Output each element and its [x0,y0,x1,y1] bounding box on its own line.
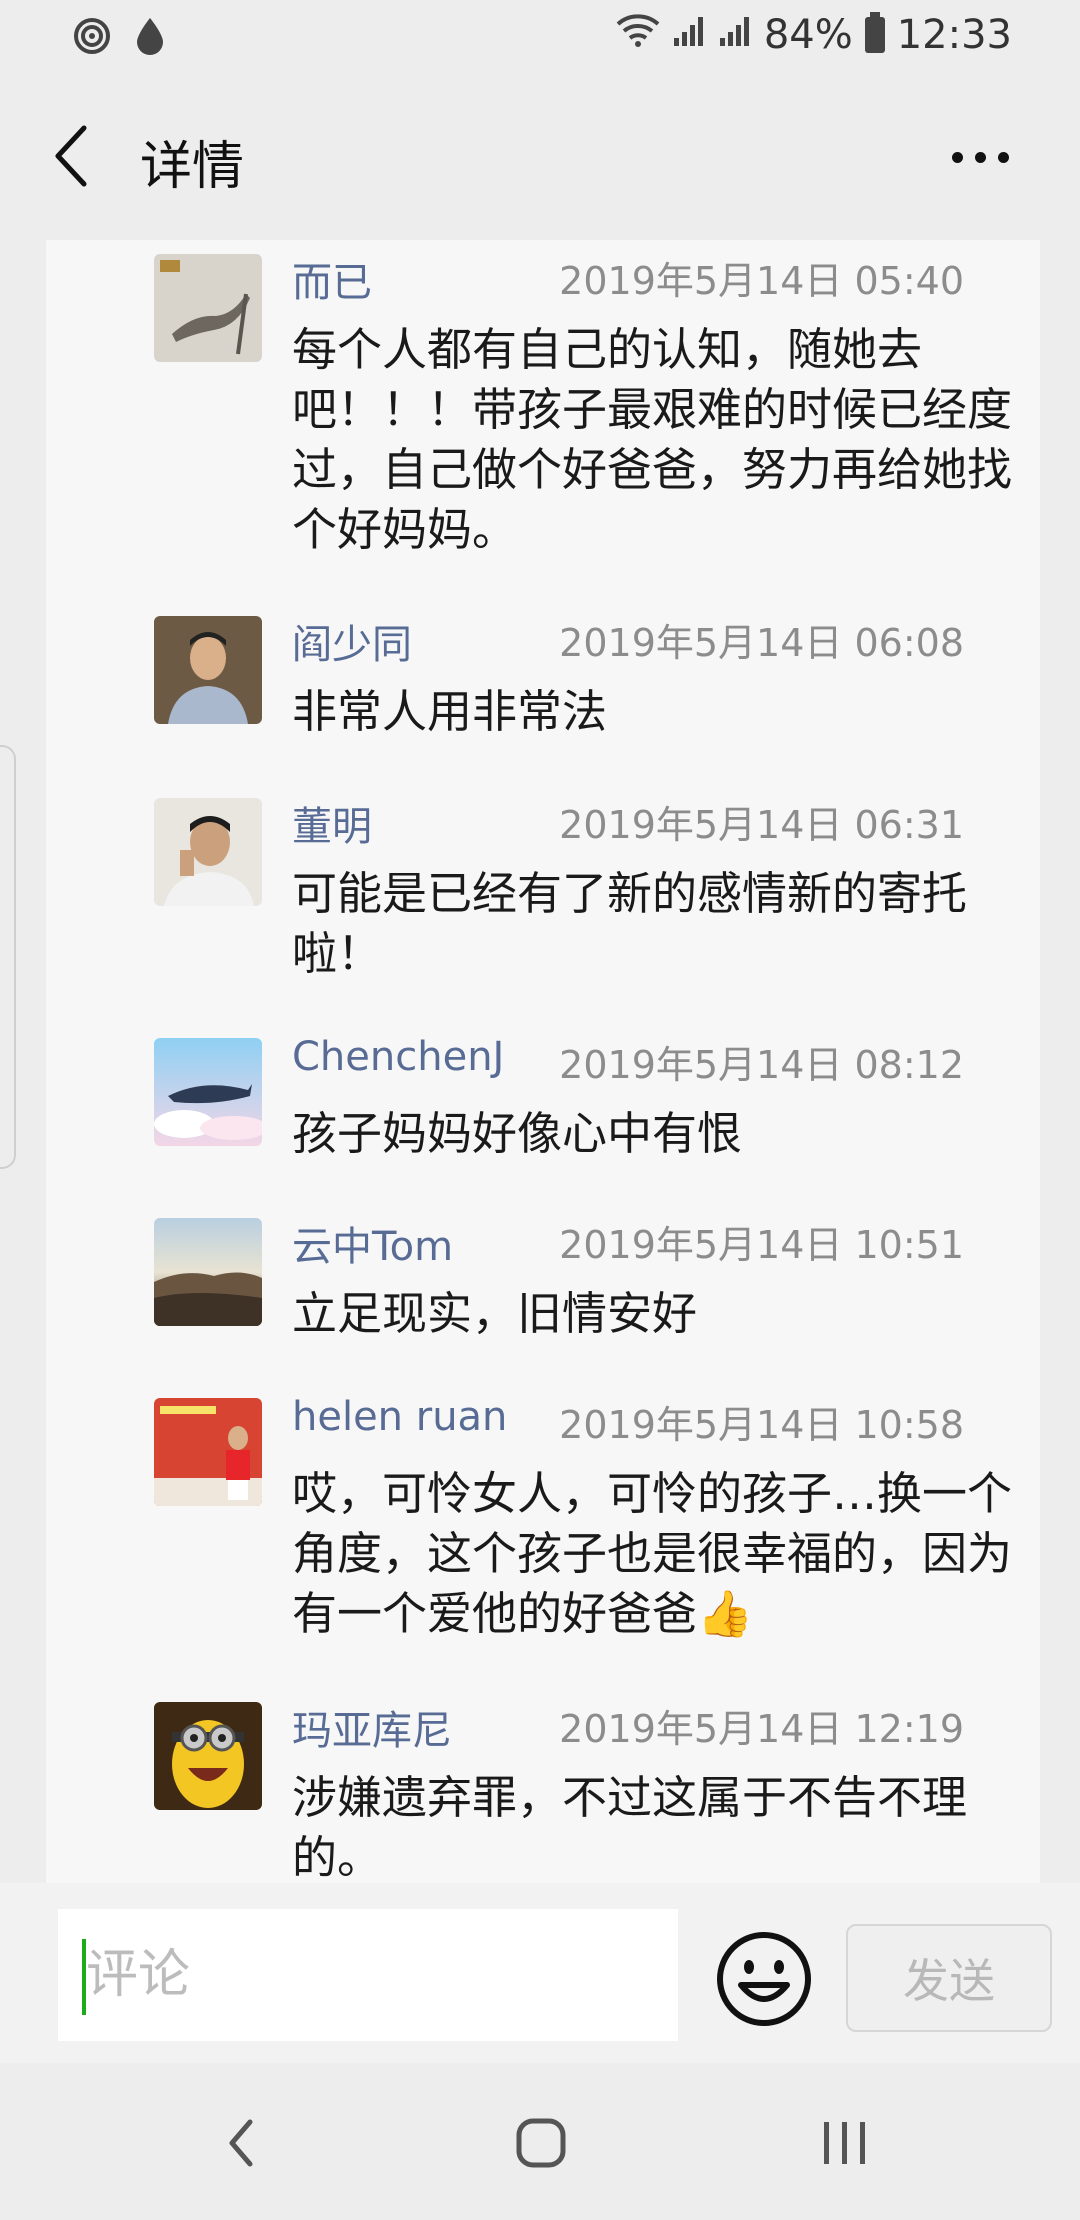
comment-text: 可能是已经有了新的感情新的寄托啦！ [292,867,968,980]
nav-home-button[interactable] [496,2103,586,2183]
avatar[interactable] [154,616,262,724]
nav-back-button[interactable] [196,2103,286,2183]
comment-text: 立足现实，旧情安好 [292,1287,698,1340]
comment-time: 2019年5月14日 06:31 [559,803,964,847]
comment-username[interactable]: ChenchenJ [292,1034,504,1080]
comment-time: 2019年5月14日 10:58 [559,1403,964,1447]
avatar[interactable] [154,1218,262,1326]
comment-time: 2019年5月14日 12:19 [559,1707,964,1751]
text-cursor [82,1939,86,2015]
signal-icon [718,12,752,58]
nav-recents-button[interactable] [800,2103,890,2183]
avatar[interactable] [154,1702,262,1810]
battery-percent: 84% [763,12,853,58]
status-bar: 84% 12:33 [0,0,1080,74]
clock: 12:33 [896,12,1012,58]
page-title: 详情 [140,137,245,197]
back-button[interactable] [40,116,100,196]
comment-text: 涉嫌遗弃罪，不过这属于不告不理的。 [292,1771,968,1883]
comment-username[interactable]: 董明 [292,794,372,852]
comment-username[interactable]: 云中Tom [292,1214,453,1272]
comment-time: 2019年5月14日 10:51 [559,1223,964,1267]
comment-time: 2019年5月14日 06:08 [559,621,964,665]
comment-time: 2019年5月14日 05:40 [559,259,964,303]
comment-input[interactable] [58,1909,678,2041]
comment-text: 每个人都有自己的认知，随她去吧！！！带孩子最艰难的时候已经度过，自己做个好爸爸，… [292,323,1013,556]
avatar[interactable] [154,1038,262,1146]
comment-list: 而已 2019年5月14日 05:40 每个人都有自己的认知，随她去吧！！！带孩… [46,240,1040,1883]
more-dot [974,151,986,163]
comment-username[interactable]: 玛亚库尼 [292,1698,452,1756]
comment-username[interactable]: helen ruan [292,1394,507,1440]
comment-text: 哎，可怜女人，可怜的孩子…换一个角度，这个孩子也是很幸福的，因为有一个爱他的好爸… [292,1467,1013,1640]
sync-icon [72,16,112,60]
battery-icon [864,12,885,53]
chevron-left-icon [55,125,87,187]
more-dot [997,151,1009,163]
comment-input-bar: 发送 [0,1883,1080,2063]
signal-icon [672,12,706,58]
comment-username[interactable]: 而已 [292,250,372,308]
comment-time: 2019年5月14日 08:12 [559,1043,964,1087]
comment-username[interactable]: 阎少同 [292,612,412,670]
drop-icon [134,16,166,60]
home-nav-icon [516,2118,566,2168]
edge-handle[interactable] [0,745,16,1169]
comment-text: 非常人用非常法 [292,685,608,738]
comment-text: 孩子妈妈好像心中有恨 [292,1107,743,1160]
avatar[interactable] [154,1398,262,1506]
recents-nav-icon [824,2122,865,2164]
avatar[interactable] [154,798,262,906]
more-button[interactable] [940,122,1020,192]
back-nav-icon [229,2119,253,2167]
more-dots-icon [951,151,963,163]
avatar[interactable] [154,254,262,362]
wifi-icon [616,12,660,58]
header: 详情 [0,74,1080,240]
send-button[interactable]: 发送 [846,1924,1052,2032]
smiley-icon [717,1932,811,2026]
system-nav-bar [0,2063,1080,2220]
emoji-button[interactable] [714,1929,814,2029]
